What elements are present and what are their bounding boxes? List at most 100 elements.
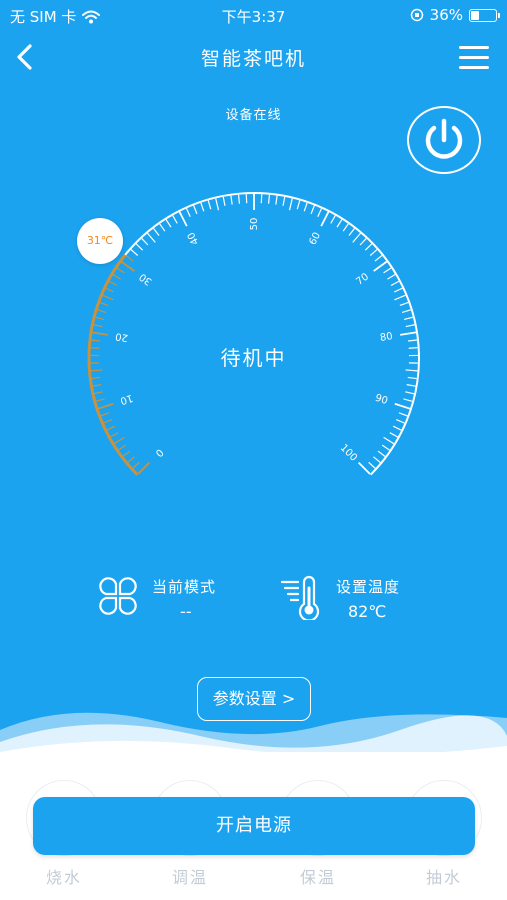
- battery-icon: [469, 8, 500, 22]
- gauge-tick: [394, 402, 411, 410]
- gauge-tick: [336, 219, 343, 228]
- gauge-tick: [368, 461, 376, 469]
- gauge-tick: [352, 232, 361, 243]
- gauge-tick: [178, 211, 188, 227]
- gauge-tick: [394, 294, 406, 301]
- gauge-tick: [147, 232, 156, 243]
- gauge-tick: [348, 228, 355, 236]
- gauge-tick-label: 70: [354, 271, 371, 287]
- gauge-tick: [358, 462, 371, 475]
- gauge-tick: [172, 215, 178, 224]
- mode-pump-water-label: 抽水: [425, 868, 462, 887]
- thermometer-icon: [280, 575, 320, 620]
- gauge-tick: [383, 267, 392, 274]
- gauge-tick: [310, 205, 315, 215]
- gauge-tick: [132, 461, 140, 469]
- current-mode-info: 当前模式 --: [96, 570, 256, 630]
- gauge-tick: [112, 274, 121, 280]
- gauge-tick: [200, 202, 205, 212]
- gauge-tick: [407, 376, 417, 380]
- gauge-tick: [403, 316, 413, 321]
- gauge-tick: [407, 339, 418, 342]
- gauge-tick: [159, 223, 166, 232]
- temperature-gauge: 0102030405060708090100: [87, 192, 420, 476]
- gauge-tick: [120, 260, 135, 272]
- gauge-tick: [374, 254, 383, 262]
- gauge-tick: [288, 198, 293, 211]
- device-state: 待机中: [220, 346, 287, 370]
- gauge-tick: [320, 211, 330, 227]
- gauge-tick: [303, 202, 308, 212]
- gauge-tick: [373, 456, 381, 463]
- gauge-tick: [396, 419, 405, 424]
- gauge-tick: [282, 196, 286, 206]
- gauge-tick: [165, 219, 172, 228]
- gauge-tick: [116, 267, 125, 274]
- gauge-tick: [377, 450, 386, 457]
- gauge-tick: [401, 309, 411, 313]
- power-on-button[interactable]: 开启电源: [33, 797, 475, 855]
- current-mode-label: 当前模式: [152, 578, 217, 596]
- gauge-remaining-arc: [124, 192, 420, 476]
- gauge-tick: [91, 331, 108, 336]
- set-temp-info: 设置温度 82℃: [280, 570, 440, 630]
- gauge-tick: [108, 280, 118, 287]
- gauge-tick: [193, 205, 198, 215]
- gauge-tick: [317, 208, 323, 217]
- gauge-tick: [92, 384, 102, 387]
- gauge-tick: [141, 238, 149, 246]
- gauge-tick: [99, 301, 109, 307]
- gauge-tick: [95, 316, 105, 321]
- gauge-tick: [390, 280, 400, 287]
- gauge-tick-label: 30: [138, 271, 155, 287]
- gauge-tick: [342, 223, 349, 232]
- battery-fill: [471, 10, 480, 20]
- gauge-tick: [93, 391, 103, 395]
- gauge-tick: [135, 243, 144, 251]
- gauge-tick: [95, 398, 105, 402]
- status-bar: 无 SIM 卡 下午3:37 36%: [0, 0, 507, 30]
- nav-bar: 智能茶吧机: [0, 30, 507, 84]
- gauge-tick: [118, 444, 127, 451]
- battery-percent: 36%: [429, 6, 463, 24]
- mode-keep-warm-label: 保温: [299, 868, 336, 887]
- gauge-tick: [97, 309, 107, 313]
- gauge-tick: [122, 450, 131, 457]
- gauge-tick: [405, 391, 415, 395]
- gauge-tick: [296, 200, 301, 210]
- gauge-tick: [373, 260, 388, 272]
- gauge-tick: [90, 339, 101, 342]
- gauge-tick-label: 90: [374, 393, 390, 407]
- mode-boil-label: 烧水: [45, 868, 82, 887]
- mode-adjust-temp-label: 调温: [171, 868, 208, 887]
- gauge-tick: [105, 287, 115, 293]
- gauge-tick: [267, 194, 271, 204]
- power-button[interactable]: [407, 106, 481, 174]
- gauge-tick: [113, 436, 125, 445]
- menu-icon[interactable]: [459, 46, 489, 70]
- gauge-tick: [91, 376, 101, 380]
- gauge-ticks: [87, 192, 420, 476]
- gauge-tick: [100, 412, 110, 417]
- set-temp-value: 82℃: [348, 602, 387, 621]
- gauge-tick: [330, 215, 336, 224]
- set-temp-label: 设置温度: [336, 578, 401, 596]
- gauge-tick: [275, 195, 278, 205]
- current-temp-bubble: 31℃: [77, 218, 123, 264]
- gauge-tick: [400, 331, 417, 336]
- gauge-tick: [392, 425, 402, 431]
- mode-grid-icon: [99, 577, 137, 615]
- gauge-tick: [222, 196, 226, 206]
- gauge-tick: [403, 398, 413, 402]
- gauge-tick: [207, 200, 212, 210]
- gauge-tick: [109, 432, 119, 438]
- gauge-tick: [383, 436, 395, 445]
- orientation-lock-icon: [410, 8, 423, 22]
- current-mode-value: --: [180, 602, 192, 621]
- gauge-tick-label: 40: [186, 230, 202, 246]
- gauge-tick: [137, 462, 150, 475]
- gauge-tick-label: 10: [119, 392, 135, 406]
- gauge-tick: [399, 301, 409, 307]
- gauge-tick: [93, 324, 103, 328]
- gauge-tick: [381, 444, 390, 451]
